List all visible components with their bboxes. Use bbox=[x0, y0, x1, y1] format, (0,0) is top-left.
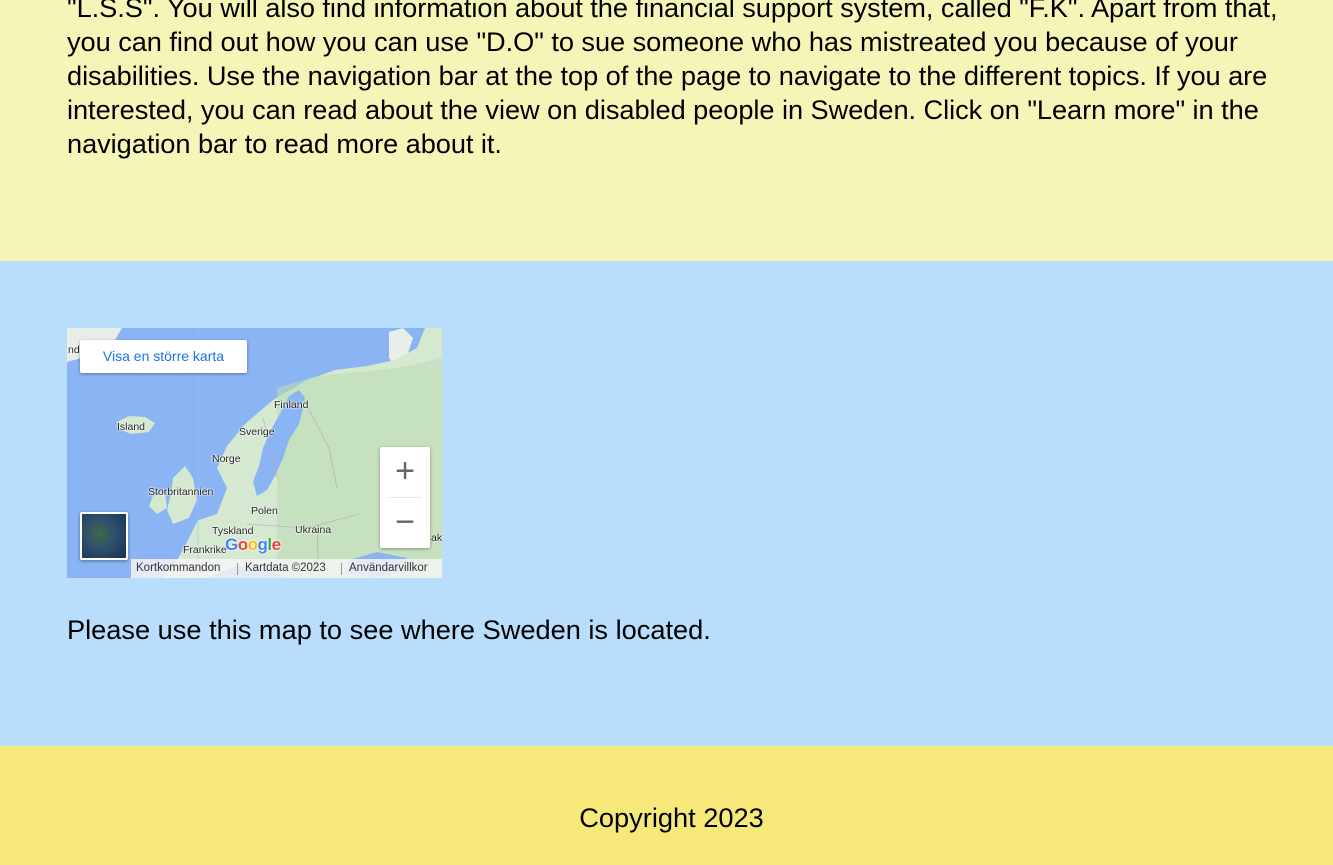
map-label-ukraina: Ukraina bbox=[295, 524, 332, 536]
terms-of-use-link[interactable]: Användarvillkor bbox=[349, 559, 428, 578]
satellite-toggle-button[interactable] bbox=[80, 512, 128, 560]
keyboard-shortcuts-link[interactable]: Kortkommandon bbox=[136, 559, 220, 578]
embedded-map[interactable]: nd Finland Island Sverige Norge Storbrit… bbox=[67, 328, 442, 578]
google-logo-letter: e bbox=[271, 535, 281, 554]
map-label-finland: Finland bbox=[274, 399, 309, 411]
copyright-text: Copyright 2023 bbox=[579, 802, 764, 833]
zoom-controls: + − bbox=[380, 447, 430, 548]
map-label-sverige: Sverige bbox=[239, 426, 275, 438]
google-logo-letter: o bbox=[247, 535, 258, 554]
map-label-frankrike: Frankrike bbox=[183, 544, 227, 556]
map-caption: Please use this map to see where Sweden … bbox=[67, 614, 711, 645]
view-larger-map-button[interactable]: Visa en större karta bbox=[80, 340, 247, 373]
google-logo-letter: g bbox=[257, 535, 268, 554]
map-label-norge: Norge bbox=[212, 453, 241, 465]
google-logo: Google bbox=[225, 535, 281, 555]
map-data-text: Kartdata ©2023 bbox=[245, 562, 326, 574]
attribution-divider bbox=[341, 563, 342, 575]
zoom-in-button[interactable]: + bbox=[380, 447, 430, 497]
attribution-divider bbox=[237, 563, 238, 575]
map-label-storbritannien: Storbritannien bbox=[148, 486, 214, 498]
map-label-nd: nd bbox=[68, 344, 80, 356]
intro-paragraph: "L.S.S". You will also find information … bbox=[67, 0, 1278, 159]
map-label-polen: Polen bbox=[251, 505, 278, 517]
footer: Copyright 2023 bbox=[0, 746, 1333, 865]
map-label-ak: ak bbox=[431, 532, 442, 544]
google-logo-letter: o bbox=[237, 535, 248, 554]
google-logo-letter: G bbox=[225, 535, 238, 554]
map-label-island: Island bbox=[117, 421, 146, 433]
zoom-out-button[interactable]: − bbox=[380, 498, 430, 548]
intro-section: "L.S.S". You will also find information … bbox=[0, 0, 1333, 261]
map-section: nd Finland Island Sverige Norge Storbrit… bbox=[0, 261, 1333, 746]
map-attribution-bar: Kortkommandon Kartdata ©2023 Användarvil… bbox=[131, 559, 442, 578]
